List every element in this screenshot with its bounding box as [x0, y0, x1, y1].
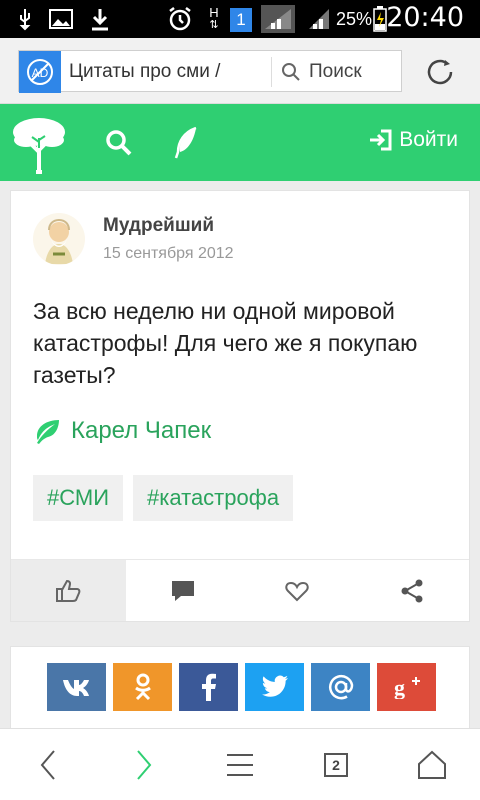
thumbs-up-icon: [56, 579, 81, 602]
login-button[interactable]: Войти: [369, 128, 458, 152]
share-google-plus-button[interactable]: g: [377, 663, 436, 711]
chevron-right-icon: [137, 750, 152, 780]
url-box[interactable]: AD Цитаты про сми / Поиск: [18, 50, 402, 93]
share-button[interactable]: [355, 560, 470, 621]
social-share-card: g: [10, 646, 470, 736]
app-header: Войти: [0, 104, 480, 181]
tabs-button[interactable]: 2: [316, 747, 356, 783]
share-twitter-button[interactable]: [245, 663, 304, 711]
heart-icon: [285, 581, 309, 601]
author-name[interactable]: Мудрейший: [103, 215, 214, 237]
hamburger-icon: [227, 754, 253, 776]
share-facebook-button[interactable]: [179, 663, 238, 711]
google-plus-icon: g: [394, 675, 420, 699]
search-field[interactable]: Поиск: [281, 61, 362, 83]
quote-text: За всю неделю ни одной мировой катастроф…: [33, 298, 418, 388]
usb-icon: [14, 6, 36, 32]
feather-button[interactable]: [172, 126, 200, 160]
notification-count: 1: [236, 10, 246, 29]
clock: 20:40: [386, 2, 464, 33]
quote-card: Мудрейший 15 сентября 2012 За всю неделю…: [10, 190, 470, 622]
back-button[interactable]: [28, 747, 68, 783]
like-button[interactable]: [11, 560, 126, 621]
share-mail-button[interactable]: [311, 663, 370, 711]
odnoklassniki-icon: [134, 673, 151, 701]
home-button[interactable]: [412, 747, 452, 783]
refresh-icon: [427, 59, 453, 85]
url-separator: [271, 57, 272, 87]
battery-percent: 25%: [336, 9, 373, 29]
refresh-button[interactable]: [422, 54, 458, 90]
comment-button[interactable]: [126, 560, 241, 621]
download-icon: [88, 6, 112, 32]
post-date: 15 сентября 2012: [103, 245, 234, 262]
signal-strength-2-icon: [306, 6, 332, 32]
facebook-icon: [201, 673, 216, 701]
tabs-icon: 2: [324, 753, 348, 777]
avatar[interactable]: [33, 213, 85, 265]
tree-logo-icon[interactable]: [8, 112, 70, 174]
tabs-count: 2: [332, 757, 340, 773]
header-search-button[interactable]: [104, 128, 134, 158]
tag-catastrophe[interactable]: #катастрофа: [133, 475, 294, 521]
share-odnoklassniki-button[interactable]: [113, 663, 172, 711]
favorite-button[interactable]: [240, 560, 355, 621]
social-share-row: g: [47, 663, 436, 711]
feather-icon: [174, 126, 197, 159]
image-icon: [48, 6, 74, 32]
search-placeholder: Поиск: [309, 61, 362, 82]
quote-author-name: Карел Чапек: [71, 417, 212, 444]
mail-at-icon: [328, 674, 353, 700]
post-actions: [11, 559, 469, 621]
menu-button[interactable]: [220, 747, 260, 783]
tag-smi[interactable]: #СМИ: [33, 475, 124, 521]
notification-badge: 1: [230, 8, 252, 32]
browser-bottom-bar: 2: [0, 728, 480, 800]
alarm-icon: [166, 6, 194, 32]
adblock-icon[interactable]: AD: [19, 51, 61, 93]
chevron-left-icon: [40, 750, 55, 780]
vk-icon: [62, 680, 89, 696]
twitter-icon: [261, 675, 288, 697]
url-text[interactable]: Цитаты про сми /: [69, 61, 220, 83]
browser-address-bar: AD Цитаты про сми / Поиск: [0, 38, 480, 104]
quote-author-link[interactable]: Карел Чапек: [33, 417, 211, 445]
share-icon: [401, 579, 423, 602]
svg-text:g: g: [394, 675, 405, 699]
share-vk-button[interactable]: [47, 663, 106, 711]
network-label: H: [209, 5, 219, 20]
network-type-icon: H ⇅: [209, 5, 219, 31]
comment-icon: [171, 580, 194, 601]
login-label: Войти: [399, 128, 458, 151]
login-icon: [370, 129, 392, 151]
search-icon: [106, 130, 132, 156]
tag-list: #СМИ #катастрофа: [33, 475, 294, 521]
forward-button[interactable]: [124, 747, 164, 783]
signal-strength-icon: [260, 5, 296, 33]
home-icon: [418, 750, 446, 779]
status-bar: H ⇅ 1 25% 20:40: [0, 0, 480, 38]
search-icon: [282, 63, 300, 81]
leaf-icon: [37, 420, 59, 444]
